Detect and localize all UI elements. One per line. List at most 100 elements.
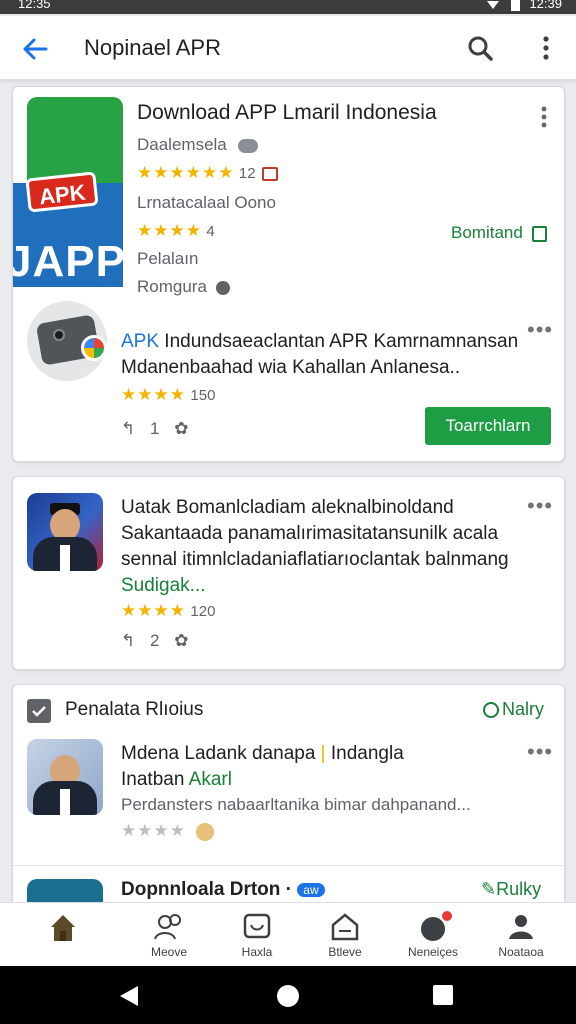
app-logo[interactable]: APK JAPP bbox=[13, 97, 123, 287]
rating-count: 150 bbox=[190, 387, 216, 404]
news-menu-icon[interactable]: ••• bbox=[527, 495, 553, 517]
nav-label: Btleve bbox=[328, 945, 362, 959]
status-time-right: 12:39 bbox=[529, 0, 562, 11]
back-arrow-icon[interactable] bbox=[20, 34, 50, 64]
news-line-1[interactable]: Uatak Bomanlcladiam aleknalbinoldand bbox=[121, 497, 454, 519]
nav-label: Haxla bbox=[241, 945, 273, 959]
rating-count: 12 bbox=[238, 165, 256, 182]
logo-apk-badge: APK bbox=[25, 171, 99, 213]
promo-badge-icon bbox=[81, 335, 107, 361]
star-rating: ★★★★ bbox=[121, 821, 186, 840]
download-icon bbox=[531, 225, 547, 242]
section-action[interactable]: Nalry bbox=[483, 699, 544, 720]
nav-chat[interactable]: Haxla bbox=[214, 903, 300, 967]
app-detail-text: Romgura bbox=[137, 277, 207, 296]
system-back-icon[interactable] bbox=[118, 984, 140, 1008]
news-line-3[interactable]: sennal itimnlcladaniaflatiarıoclantak ba… bbox=[121, 549, 509, 571]
nav-home[interactable] bbox=[20, 903, 106, 967]
item-title-line-2[interactable]: Inatban Akarl bbox=[121, 769, 232, 791]
thumbs-up-icon[interactable]: ↰ bbox=[121, 419, 135, 438]
app-title[interactable]: Download APP Lmaril Indonesia bbox=[137, 101, 437, 125]
status-bar: 12:35 12:39 bbox=[0, 0, 576, 14]
profile-icon bbox=[509, 915, 533, 939]
overflow-menu-icon[interactable] bbox=[536, 34, 556, 62]
likes-count: 1 bbox=[149, 419, 160, 438]
developer-label: Daalemsela bbox=[137, 135, 227, 154]
system-home-icon[interactable] bbox=[276, 984, 300, 1008]
likes-count: 2 bbox=[149, 631, 160, 650]
rating-row-2: ★★★★ 4 bbox=[137, 221, 215, 241]
item-rating: ★★★★ bbox=[121, 821, 215, 841]
news-actions: ↰ 2 ✿ bbox=[121, 631, 188, 651]
nav-profile[interactable]: Noataoa bbox=[478, 903, 564, 967]
news-more-link[interactable]: Sudigak... bbox=[121, 575, 206, 597]
nav-notifications[interactable]: Neneiçes bbox=[390, 903, 476, 967]
item-avatar[interactable] bbox=[27, 739, 103, 815]
install-button[interactable]: Toarrchlarn bbox=[425, 407, 551, 445]
bottom-navigation: Meove Haxla Btleve Neneiçes Noataoa bbox=[0, 902, 576, 966]
nav-label: Noataoa bbox=[498, 945, 544, 959]
edit-icon: ✎ bbox=[481, 879, 497, 899]
avatar-shirt bbox=[60, 545, 70, 571]
card-menu-icon[interactable] bbox=[541, 105, 547, 129]
promo-text: Indundsaeaclantan APR Kamrnamnansan bbox=[159, 331, 519, 352]
item-description: Perdansters nabaarltanika bimar dahpanan… bbox=[121, 795, 471, 814]
logo-label: JAPP bbox=[13, 237, 123, 286]
app-detail-line: Pelalaın bbox=[137, 249, 199, 268]
system-recents-icon[interactable] bbox=[432, 984, 454, 1006]
chat-icon bbox=[243, 913, 271, 939]
promo-title-line-1[interactable]: APK Indundsaeaclantan APR Kamrnamnansan bbox=[121, 331, 518, 353]
store-icon bbox=[331, 913, 359, 941]
developer-name: Daalemsela bbox=[137, 135, 258, 155]
rating-row-1: ★★★★★★ 12 bbox=[137, 163, 279, 183]
section-action-label: Nalry bbox=[502, 699, 545, 719]
thumbs-up-icon[interactable]: ↰ bbox=[121, 631, 135, 650]
nav-label: Neneiçes bbox=[407, 945, 459, 959]
item-menu-icon[interactable]: ••• bbox=[527, 741, 553, 763]
home-icon bbox=[51, 915, 75, 941]
status-icons: 12:39 bbox=[479, 0, 562, 11]
news-card[interactable]: ••• Uatak Bomanlcladiam aleknalbinoldand… bbox=[12, 476, 565, 670]
app-category: Lrnatacalaal Oono bbox=[137, 193, 276, 212]
rating-count: 4 bbox=[206, 223, 215, 240]
app-detail-line: Romgura bbox=[137, 277, 230, 297]
app-card[interactable]: APK JAPP Download APP Lmaril Indonesia D… bbox=[12, 86, 565, 462]
add-circle-icon bbox=[483, 702, 499, 719]
share-icon[interactable]: ✿ bbox=[174, 631, 188, 650]
search-icon[interactable] bbox=[466, 34, 494, 62]
download-link[interactable]: Bomitand bbox=[451, 223, 547, 243]
item2-title-text: Dopnnloala Drton · bbox=[121, 879, 292, 900]
camera-lens bbox=[53, 329, 65, 341]
section-checkbox[interactable] bbox=[27, 699, 51, 723]
system-navigation-bar bbox=[0, 966, 576, 1024]
nav-store[interactable]: Btleve bbox=[302, 903, 388, 967]
promo-rating: ★★★★ 150 bbox=[121, 385, 215, 405]
check-icon bbox=[32, 706, 46, 717]
people-icon bbox=[154, 914, 181, 940]
star-rating: ★★★★ bbox=[121, 601, 186, 620]
coin-icon bbox=[196, 822, 215, 841]
download-link-label: Bomitand bbox=[451, 223, 523, 242]
author-avatar[interactable] bbox=[27, 493, 103, 571]
rating-count: 120 bbox=[190, 603, 216, 620]
wifi-icon bbox=[487, 0, 500, 9]
item2-action-label: Rulky bbox=[496, 879, 542, 899]
section-title: Penalata Rlıoius bbox=[65, 699, 204, 720]
promo-highlight: APK bbox=[121, 331, 160, 352]
promo-menu-icon[interactable]: ••• bbox=[527, 319, 553, 341]
nav-people[interactable]: Meove bbox=[126, 903, 212, 967]
news-line-2[interactable]: Sakantaada panamalırimasitatansunilk aca… bbox=[121, 523, 498, 545]
promo-actions: ↰ 1 ✿ bbox=[121, 419, 188, 439]
item2-action[interactable]: ✎Rulky bbox=[481, 879, 541, 900]
battery-icon bbox=[510, 0, 520, 11]
item-title-line-1[interactable]: Mdena Ladank danapa | Indangla bbox=[121, 743, 404, 765]
star-rating: ★★★★ bbox=[121, 385, 186, 404]
calendar-icon bbox=[262, 166, 279, 181]
app-bar: Nopinael APR bbox=[0, 16, 576, 80]
share-icon[interactable]: ✿ bbox=[174, 419, 188, 438]
item-title-extra: Indangla bbox=[330, 743, 404, 764]
page-title: Nopinael APR bbox=[84, 35, 221, 60]
item2-title[interactable]: Dopnnloala Drton · aw bbox=[121, 879, 325, 901]
promo-title-line-2[interactable]: Mdanenbaahad wia Kahallan Anlanesa.. bbox=[121, 357, 460, 379]
logo-green-panel bbox=[27, 97, 123, 183]
